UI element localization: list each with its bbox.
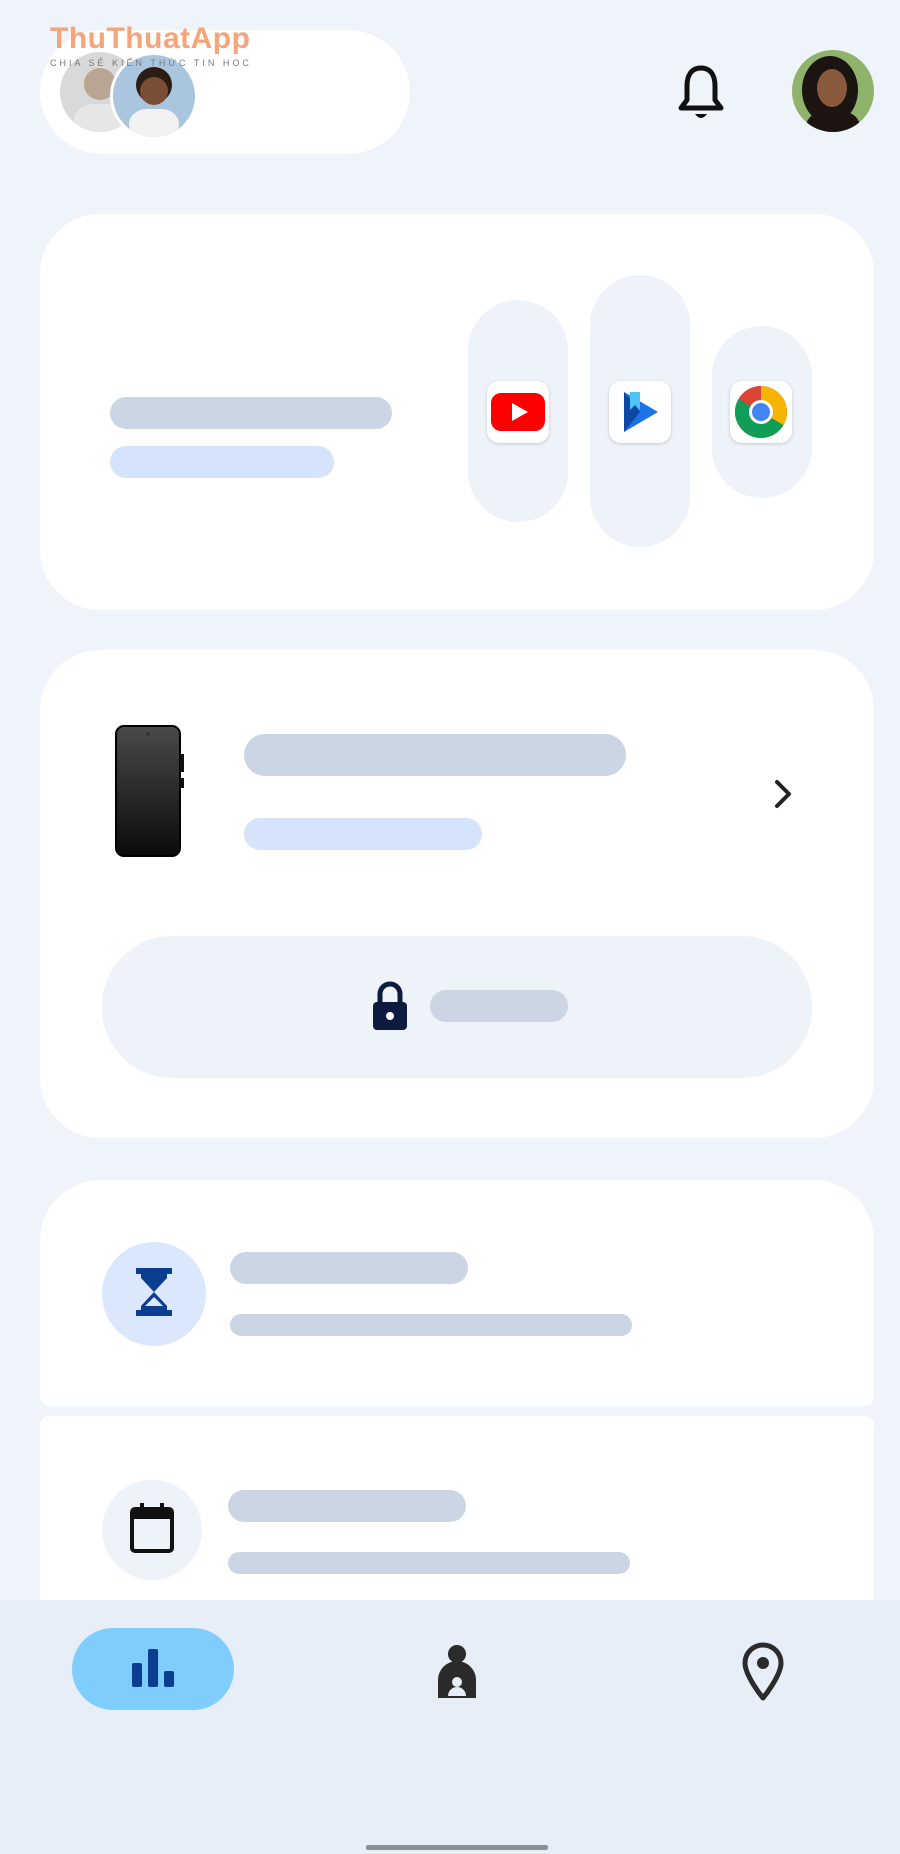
hourglass-icon-container	[102, 1242, 206, 1346]
chevron-right-icon[interactable]	[770, 776, 796, 812]
placeholder-line	[110, 397, 392, 429]
person-icon	[430, 1645, 484, 1706]
youtube-icon[interactable]	[487, 381, 549, 443]
placeholder-line	[244, 818, 482, 850]
bar-chart-icon	[130, 1647, 176, 1692]
nav-item-profile[interactable]	[430, 1640, 484, 1702]
location-pin-icon	[740, 1642, 786, 1706]
watermark-tagline: CHIA SẺ KIẾN THỨC TIN HỌC	[50, 58, 252, 68]
watermark-brand: ThuThuatApp	[50, 22, 251, 55]
nav-item-location[interactable]	[740, 1640, 786, 1702]
placeholder-line	[230, 1314, 632, 1336]
placeholder-line	[430, 990, 568, 1022]
bell-icon[interactable]	[675, 62, 727, 126]
lock-icon	[370, 980, 410, 1032]
calendar-icon-container	[102, 1480, 202, 1580]
placeholder-line	[228, 1490, 466, 1522]
placeholder-line	[110, 446, 334, 478]
placeholder-line	[228, 1552, 630, 1574]
chrome-icon[interactable]	[730, 381, 792, 443]
hourglass-icon	[132, 1266, 176, 1323]
placeholder-line	[230, 1252, 468, 1284]
avatar-parent[interactable]	[792, 50, 874, 132]
home-indicator[interactable]	[366, 1845, 548, 1850]
watermark: ThuThuatApp CHIA SẺ KIẾN THỨC TIN HỌC	[50, 22, 252, 68]
calendar-icon	[128, 1501, 176, 1560]
phone-icon	[114, 724, 186, 860]
google-play-books-icon[interactable]	[609, 381, 671, 443]
placeholder-line	[244, 734, 626, 776]
nav-item-activity[interactable]	[72, 1628, 234, 1710]
